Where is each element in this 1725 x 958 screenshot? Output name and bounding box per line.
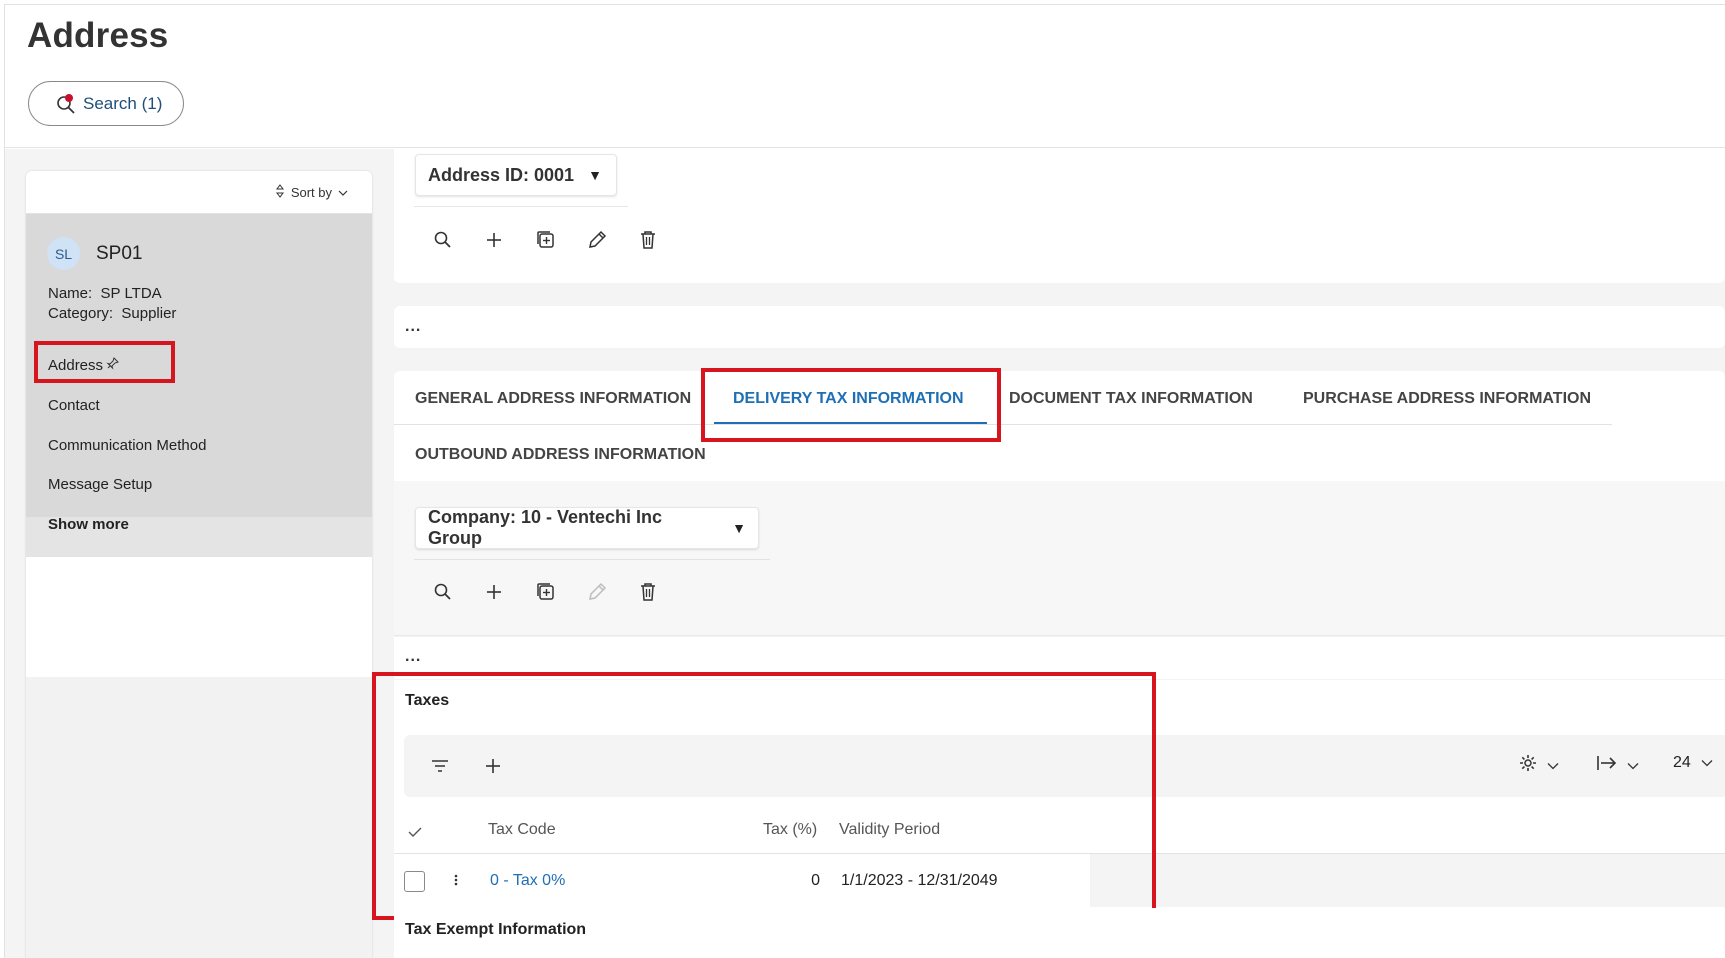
- address-id-label: Address ID: 0001: [428, 164, 575, 185]
- filter-icon[interactable]: [428, 754, 452, 778]
- gear-icon: [1518, 753, 1538, 778]
- company-dropdown[interactable]: Company: 10 - Ventechi Inc Group ▼: [415, 507, 759, 549]
- record-category-label: Category:: [48, 305, 114, 322]
- more-options-1[interactable]: ...: [405, 318, 421, 336]
- nav-item-address[interactable]: Address: [48, 357, 119, 374]
- tax-exempt-title: Tax Exempt Information: [405, 921, 587, 938]
- taxes-title: Taxes: [405, 692, 450, 709]
- tab-purchase-address-information[interactable]: PURCHASE ADDRESS INFORMATION: [1303, 390, 1591, 408]
- column-header-tax-code[interactable]: Tax Code: [488, 821, 556, 839]
- column-freeze-menu[interactable]: [1596, 753, 1639, 778]
- arrow-to-right-icon: [1596, 753, 1618, 778]
- left-panel-toolbar: Sort by: [26, 171, 372, 214]
- record-category-value: Supplier: [121, 305, 177, 322]
- page-size-value: 24: [1673, 754, 1691, 771]
- nav-item-contact[interactable]: Contact: [48, 397, 100, 414]
- search-icon: [55, 93, 77, 115]
- nav-list: [26, 557, 372, 677]
- sort-icon: [275, 184, 285, 201]
- delete-icon[interactable]: [636, 580, 660, 604]
- row-checkbox[interactable]: [404, 871, 425, 892]
- pin-icon[interactable]: [106, 357, 119, 374]
- chevron-down-icon: [338, 185, 348, 200]
- search-icon[interactable]: [431, 228, 455, 252]
- tab-general-address-information[interactable]: GENERAL ADDRESS INFORMATION: [415, 390, 691, 408]
- tabs-panel: [394, 371, 1725, 481]
- tax-pct-cell: 0: [811, 872, 820, 889]
- search-button[interactable]: Search (1): [28, 81, 184, 126]
- avatar: SL: [47, 237, 80, 270]
- ellipsis-bar-1: [394, 306, 1725, 348]
- edit-icon-disabled: [585, 580, 609, 604]
- nav-item-communication-method[interactable]: Communication Method: [48, 437, 206, 454]
- row-menu-icon[interactable]: [454, 872, 458, 893]
- company-label: Company: 10 - Ventechi Inc Group: [428, 507, 663, 548]
- validity-period-cell: 1/1/2023 - 12/31/2049: [841, 872, 998, 889]
- left-panel: Sort by SL SP01 Name: SP LTDA Category: …: [26, 171, 372, 958]
- column-header-validity-period[interactable]: Validity Period: [839, 821, 940, 839]
- record-id: SP01: [96, 243, 143, 264]
- tax-code-link[interactable]: 0 - Tax 0%: [490, 872, 565, 890]
- add-icon[interactable]: [482, 228, 506, 252]
- show-more-link[interactable]: Show more: [48, 516, 129, 533]
- sort-by-label: Sort by: [290, 185, 332, 200]
- tabs-divider: [394, 424, 1612, 425]
- record-name: Name: SP LTDA: [48, 285, 162, 302]
- sort-by-button[interactable]: Sort by: [275, 184, 348, 201]
- divider: [414, 559, 770, 560]
- search-button-label: Search (1): [83, 93, 163, 113]
- page-title: Address: [27, 16, 169, 55]
- chevron-down-icon: [1547, 757, 1559, 775]
- table-row-empty-area: [1090, 854, 1725, 907]
- tax-exempt-section: [394, 908, 1725, 958]
- search-icon[interactable]: [431, 580, 455, 604]
- caret-down-icon: ▼: [588, 167, 602, 183]
- add-row-icon[interactable]: [481, 754, 505, 778]
- record-card[interactable]: [26, 214, 372, 557]
- duplicate-icon[interactable]: [534, 228, 558, 252]
- record-name-value: SP LTDA: [100, 285, 162, 302]
- settings-menu[interactable]: [1518, 753, 1559, 778]
- page-header: [5, 5, 1725, 148]
- record-category: Category: Supplier: [48, 305, 176, 322]
- select-all-check-icon[interactable]: [408, 825, 422, 843]
- page-size-select[interactable]: 24: [1673, 754, 1713, 772]
- caret-down-icon: ▼: [732, 520, 746, 536]
- tab-delivery-tax-information[interactable]: DELIVERY TAX INFORMATION: [733, 390, 964, 408]
- edit-icon[interactable]: [585, 228, 609, 252]
- tab-outbound-address-information[interactable]: OUTBOUND ADDRESS INFORMATION: [415, 446, 706, 464]
- divider: [414, 206, 628, 207]
- ellipsis-bar-2: [394, 637, 1725, 679]
- duplicate-icon[interactable]: [534, 580, 558, 604]
- address-id-dropdown[interactable]: Address ID: 0001 ▼: [415, 154, 617, 196]
- tab-document-tax-information[interactable]: DOCUMENT TAX INFORMATION: [1009, 390, 1253, 408]
- nav-item-address-label: Address: [48, 357, 104, 374]
- chevron-down-icon: [1627, 757, 1639, 775]
- add-icon[interactable]: [482, 580, 506, 604]
- alert-dot: [65, 93, 73, 102]
- nav-item-message-setup[interactable]: Message Setup: [48, 476, 152, 493]
- delete-icon[interactable]: [636, 228, 660, 252]
- record-name-label: Name:: [48, 285, 93, 302]
- more-options-2[interactable]: ...: [405, 648, 421, 666]
- chevron-down-icon: [1701, 754, 1713, 772]
- column-header-tax-pct[interactable]: Tax (%): [763, 821, 817, 839]
